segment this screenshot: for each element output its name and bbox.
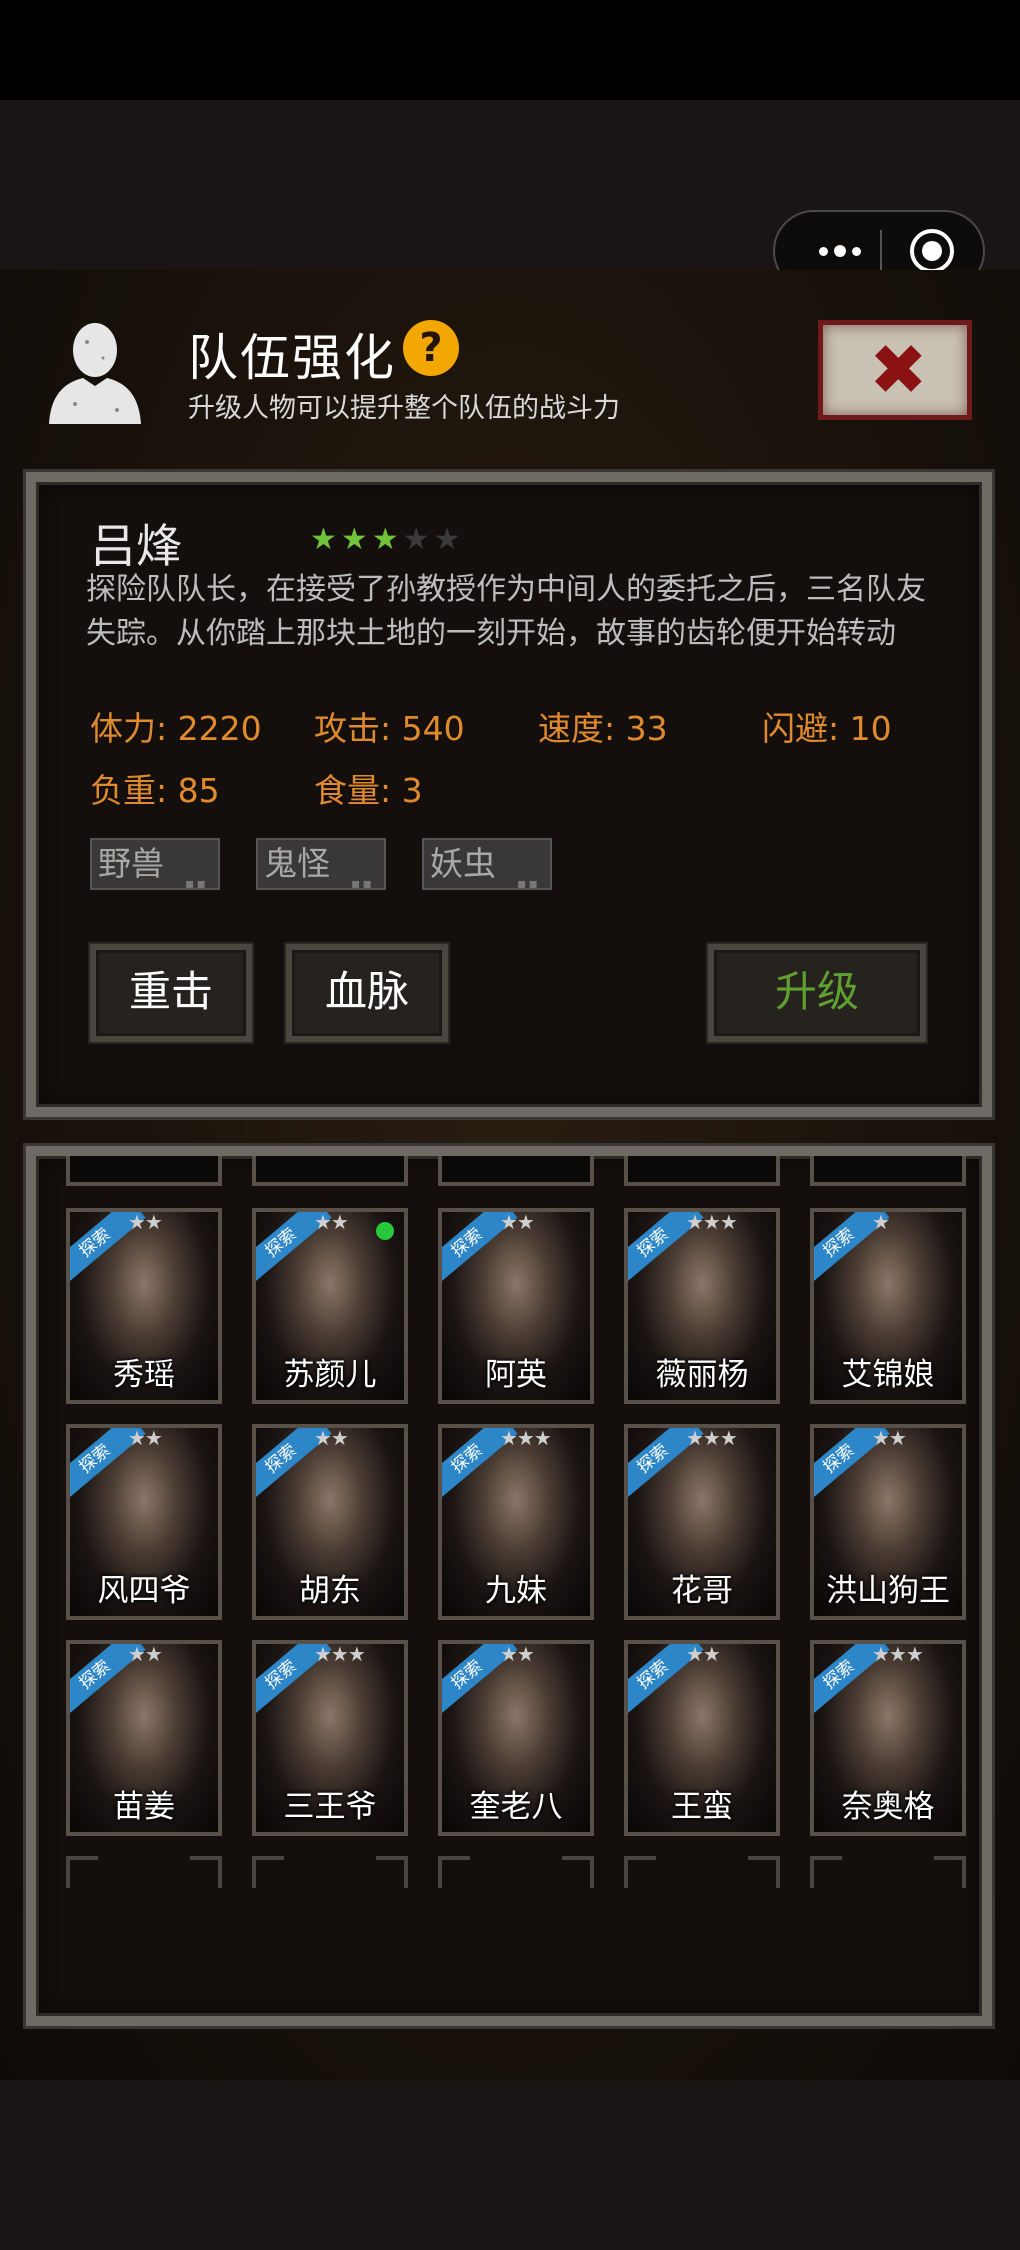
character-stars: ★ ★ ★ ★ ★ (310, 522, 461, 557)
roster-card[interactable]: 探索 ★★ 苏颜儿 (252, 1208, 408, 1404)
skill-heavy-strike-button[interactable]: 重击 (90, 944, 252, 1042)
character-name: 吕烽 (90, 519, 182, 573)
roster-card-partial[interactable] (438, 1156, 594, 1186)
card-stars: ★★ (128, 1642, 163, 1666)
card-stars: ★★★ (314, 1642, 366, 1666)
roster-card-partial[interactable] (252, 1156, 408, 1186)
star-empty-icon: ★ (402, 522, 430, 557)
help-icon[interactable]: ? (403, 320, 459, 376)
close-miniprogram-icon[interactable] (910, 229, 954, 273)
card-name: 洪山狗王 (826, 1573, 950, 1609)
close-button[interactable]: ✖ (818, 320, 972, 420)
player-avatar-icon (49, 323, 141, 424)
stat-load: 负重: 85 (90, 771, 220, 810)
roster-card[interactable]: 探索 ★★ 阿英 (438, 1208, 594, 1404)
more-options-icon[interactable] (805, 238, 875, 264)
empty-roster-slot (624, 1856, 780, 1896)
tag-label: 妖虫 (430, 844, 496, 883)
card-stars: ★★ (500, 1210, 535, 1234)
card-name: 阿英 (485, 1357, 547, 1393)
empty-roster-slot (252, 1856, 408, 1896)
card-name: 三王爷 (283, 1789, 377, 1825)
tag-label: 鬼怪 (264, 844, 330, 883)
star-empty-icon: ★ (433, 522, 461, 557)
card-name: 奎老八 (469, 1789, 563, 1825)
tag-level: ▪▪ (351, 876, 374, 892)
card-name: 艾锦娘 (841, 1357, 935, 1393)
upgrade-button[interactable]: 升级 (708, 944, 926, 1042)
tag-level: ▪▪ (517, 876, 540, 892)
stat-speed: 速度: 33 (538, 709, 668, 748)
bottom-area (0, 2080, 1020, 2250)
close-icon: ✖ (869, 329, 928, 411)
page-title: 队伍强化 (188, 329, 396, 387)
card-stars: ★★ (128, 1210, 163, 1234)
card-name: 胡东 (299, 1573, 361, 1609)
card-stars: ★★ (686, 1642, 721, 1666)
roster-card[interactable]: 探索 ★★ 风四爷 (66, 1424, 222, 1620)
capsule-divider (880, 230, 882, 274)
card-name: 九妹 (485, 1573, 547, 1609)
roster-card[interactable]: 探索 ★★★ 奈奥格 (810, 1640, 966, 1836)
card-name: 秀瑶 (113, 1357, 175, 1393)
roster-card-partial[interactable] (810, 1156, 966, 1186)
card-stars: ★★★ (686, 1426, 738, 1450)
star-filled-icon: ★ (371, 522, 399, 557)
page-subtitle: 升级人物可以提升整个队伍的战斗力 (188, 393, 620, 424)
tag-insect: 妖虫 ▪▪ (422, 838, 552, 892)
roster-card[interactable]: 探索 ★★ 洪山狗王 (810, 1424, 966, 1620)
star-filled-icon: ★ (310, 522, 337, 557)
empty-roster-slot (438, 1856, 594, 1896)
roster-card[interactable]: 探索 ★★ 苗姜 (66, 1640, 222, 1836)
tag-beast: 野兽 ▪▪ (90, 838, 220, 892)
card-name: 苏颜儿 (283, 1357, 377, 1393)
card-name: 风四爷 (97, 1573, 191, 1609)
card-stars: ★ (872, 1210, 890, 1234)
roster-card[interactable]: 探索 ★★ 胡东 (252, 1424, 408, 1620)
character-description: 探险队队长，在接受了孙教授作为中间人的委托之后，三名队友失踪。从你踏上那块土地的… (86, 572, 926, 651)
roster-card[interactable]: 探索 ★★ 王蛮 (624, 1640, 780, 1836)
card-stars: ★★ (314, 1210, 349, 1234)
stat-dodge: 闪避: 10 (762, 709, 892, 748)
roster-card[interactable]: 探索 ★★ 奎老八 (438, 1640, 594, 1836)
card-name: 王蛮 (671, 1789, 733, 1825)
star-filled-icon: ★ (340, 522, 368, 557)
roster-card[interactable]: 探索 ★★★ 花哥 (624, 1424, 780, 1620)
status-bar (0, 0, 1020, 100)
roster-card-partial[interactable] (624, 1156, 780, 1186)
card-stars: ★★ (500, 1642, 535, 1666)
tag-ghost: 鬼怪 ▪▪ (256, 838, 386, 892)
card-stars: ★★ (314, 1426, 349, 1450)
card-stars: ★★★ (686, 1210, 738, 1234)
tag-level: ▪▪ (185, 876, 208, 892)
skill-bloodline-button[interactable]: 血脉 (286, 944, 448, 1042)
card-stars: ★★ (128, 1426, 163, 1450)
roster-card[interactable]: 探索 ★★ 秀瑶 (66, 1208, 222, 1404)
stat-appetite: 食量: 3 (314, 771, 423, 810)
card-name: 花哥 (671, 1573, 733, 1609)
card-name: 薇丽杨 (655, 1357, 749, 1393)
active-indicator-dot (376, 1222, 394, 1240)
roster-card[interactable]: 探索 ★★★ 三王爷 (252, 1640, 408, 1836)
card-name: 苗姜 (113, 1789, 175, 1825)
stat-attack: 攻击: 540 (314, 709, 465, 748)
empty-roster-slot (66, 1856, 222, 1896)
stat-stamina: 体力: 2220 (90, 709, 262, 748)
roster-card[interactable]: 探索 ★★★ 薇丽杨 (624, 1208, 780, 1404)
roster-card[interactable]: 探索 ★ 艾锦娘 (810, 1208, 966, 1404)
card-name: 奈奥格 (841, 1789, 935, 1825)
tag-label: 野兽 (98, 844, 164, 883)
roster-card-partial[interactable] (66, 1156, 222, 1186)
roster-card[interactable]: 探索 ★★★ 九妹 (438, 1424, 594, 1620)
empty-roster-slot (810, 1856, 966, 1896)
card-stars: ★★ (872, 1426, 907, 1450)
character-roster-panel: 探索 ★★ 秀瑶 探索 ★★ 苏颜儿 探索 ★★ 阿英 探索 ★★★ 薇丽杨 探索 ★ 艾锦娘 探索 ★★ 风四爷… (26, 1146, 992, 2026)
card-stars: ★★★ (500, 1426, 552, 1450)
card-stars: ★★★ (872, 1642, 924, 1666)
